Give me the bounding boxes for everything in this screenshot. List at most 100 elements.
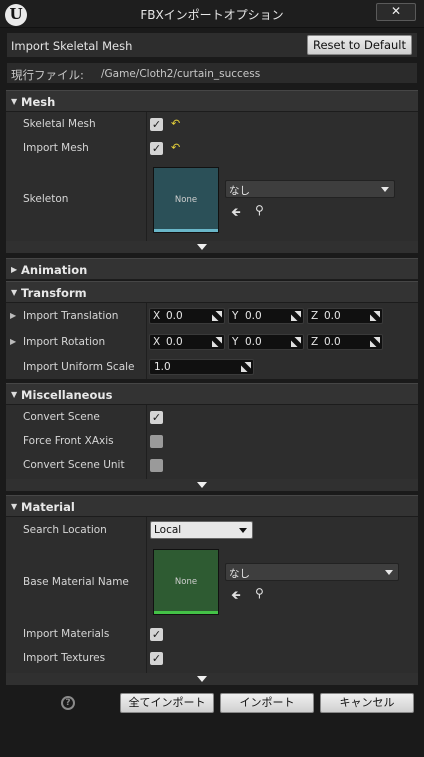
skeleton-combo[interactable]: なし xyxy=(225,180,395,198)
base-material-thumbnail[interactable]: None xyxy=(153,549,219,615)
browse-search-icon[interactable]: ⚲ xyxy=(255,586,264,600)
uniform-scale-field[interactable]: 1.0 xyxy=(149,359,254,375)
import-mesh-checkbox[interactable]: ✓ xyxy=(150,142,163,155)
force-front-xaxis-checkbox[interactable] xyxy=(150,435,163,448)
cancel-button[interactable]: キャンセル xyxy=(320,693,414,713)
misc-advanced-expander[interactable] xyxy=(6,479,418,491)
category-label: Animation xyxy=(21,263,88,277)
row-import-materials: Import Materials xyxy=(6,622,418,646)
category-material[interactable]: ▼ Material xyxy=(6,495,418,517)
category-transform[interactable]: ▼ Transform xyxy=(6,281,418,303)
translation-z-field[interactable]: Z 0.0 xyxy=(307,308,383,324)
property-label: Skeleton xyxy=(23,193,69,205)
property-label: Import Rotation xyxy=(23,336,106,348)
expanded-arrow-icon: ▼ xyxy=(11,390,18,399)
use-selected-arrow-icon[interactable]: 🡸 xyxy=(231,203,241,224)
collapsed-arrow-icon: ▶ xyxy=(11,265,18,274)
thumbnail-type-bar xyxy=(154,611,218,614)
skeleton-thumbnail[interactable]: None xyxy=(153,167,219,233)
import-textures-checkbox[interactable]: ✓ xyxy=(150,652,163,665)
collapsed-arrow-icon[interactable]: ▶ xyxy=(10,337,16,346)
convert-scene-checkbox[interactable]: ✓ xyxy=(150,411,163,424)
thumbnail-label: None xyxy=(174,577,198,587)
field-value: 1.0 xyxy=(154,361,171,373)
row-convert-scene-unit: Convert Scene Unit xyxy=(6,453,418,477)
skeletal-mesh-checkbox[interactable]: ✓ xyxy=(150,118,163,131)
search-location-combo[interactable]: Local xyxy=(150,521,253,539)
category-label: Miscellaneous xyxy=(21,388,113,402)
property-label: Import Textures xyxy=(23,652,106,664)
row-force-front-xaxis: Force Front XAxis xyxy=(6,429,418,453)
property-label: Skeletal Mesh xyxy=(23,118,96,130)
category-label: Mesh xyxy=(21,95,56,109)
expand-arrow-icon xyxy=(197,676,207,682)
row-import-textures: Import Textures xyxy=(6,646,418,670)
expanded-arrow-icon: ▼ xyxy=(11,502,18,511)
field-value: 0.0 xyxy=(166,336,183,348)
material-advanced-expander[interactable] xyxy=(6,673,418,685)
axis-label: Z xyxy=(311,310,319,322)
category-mesh[interactable]: ▼ Mesh xyxy=(6,90,418,112)
collapsed-arrow-icon[interactable]: ▶ xyxy=(10,311,16,320)
current-file-label: 現行ファイル: xyxy=(11,68,84,82)
row-skeletal-mesh: Skeletal Mesh xyxy=(6,112,418,136)
rotation-y-field[interactable]: Y 0.0 xyxy=(228,334,304,350)
import-type-title: Import Skeletal Mesh xyxy=(11,39,133,53)
combo-value: Local xyxy=(154,524,182,536)
axis-label: X xyxy=(153,336,161,348)
mesh-advanced-expander[interactable] xyxy=(6,241,418,253)
current-file-bar: 現行ファイル: /Game/Cloth2/curtain_success xyxy=(6,62,418,84)
axis-label: Y xyxy=(232,310,239,322)
import-materials-checkbox[interactable]: ✓ xyxy=(150,628,163,641)
expand-arrow-icon xyxy=(197,482,207,488)
field-value: 0.0 xyxy=(166,310,183,322)
base-material-combo[interactable]: なし xyxy=(225,563,399,581)
row-import-mesh: Import Mesh xyxy=(6,136,418,160)
help-icon[interactable]: ? xyxy=(61,696,75,710)
convert-scene-unit-checkbox[interactable] xyxy=(150,459,163,472)
property-label: Import Mesh xyxy=(23,142,89,154)
rotation-z-field[interactable]: Z 0.0 xyxy=(307,334,383,350)
category-miscellaneous[interactable]: ▼ Miscellaneous xyxy=(6,383,418,405)
row-convert-scene: Convert Scene xyxy=(6,405,418,429)
close-button[interactable]: ✕ xyxy=(376,3,416,21)
reset-arrow-icon[interactable]: ↶ xyxy=(171,118,183,130)
window-titlebar: U FBXインポートオプション ✕ xyxy=(0,0,424,28)
property-label: Convert Scene xyxy=(23,411,100,423)
browse-search-icon[interactable]: ⚲ xyxy=(255,203,264,217)
expanded-arrow-icon: ▼ xyxy=(11,288,18,297)
property-label: Search Location xyxy=(23,524,107,536)
reset-arrow-icon[interactable]: ↶ xyxy=(171,142,183,154)
expand-arrow-icon xyxy=(197,244,207,250)
combo-value: なし xyxy=(229,568,250,580)
combo-value: なし xyxy=(229,185,250,197)
dropdown-arrow-icon xyxy=(239,528,247,533)
reset-to-default-button[interactable]: Reset to Default xyxy=(307,35,412,55)
dropdown-arrow-icon xyxy=(385,570,393,575)
import-all-button[interactable]: 全てインポート xyxy=(120,693,214,713)
axis-label: X xyxy=(153,310,161,322)
dropdown-arrow-icon xyxy=(381,187,389,192)
category-label: Transform xyxy=(21,286,87,300)
field-value: 0.0 xyxy=(324,310,341,322)
property-label: Import Translation xyxy=(23,310,119,322)
translation-x-field[interactable]: X 0.0 xyxy=(149,308,225,324)
thumbnail-label: None xyxy=(174,195,198,205)
translation-y-field[interactable]: Y 0.0 xyxy=(228,308,304,324)
property-label: Import Materials xyxy=(23,628,110,640)
category-animation[interactable]: ▶ Animation xyxy=(6,258,418,280)
window-title: FBXインポートオプション xyxy=(140,8,284,22)
thumbnail-type-bar xyxy=(154,229,218,232)
category-label: Material xyxy=(21,500,75,514)
rotation-x-field[interactable]: X 0.0 xyxy=(149,334,225,350)
current-file-path: /Game/Cloth2/curtain_success xyxy=(101,68,261,80)
use-selected-arrow-icon[interactable]: 🡸 xyxy=(231,586,241,607)
property-label: Base Material Name xyxy=(23,576,129,588)
field-value: 0.0 xyxy=(324,336,341,348)
field-value: 0.0 xyxy=(245,310,262,322)
property-label: Force Front XAxis xyxy=(23,435,114,447)
import-button[interactable]: インポート xyxy=(220,693,314,713)
axis-label: Y xyxy=(232,336,239,348)
property-label: Convert Scene Unit xyxy=(23,459,125,471)
field-value: 0.0 xyxy=(245,336,262,348)
